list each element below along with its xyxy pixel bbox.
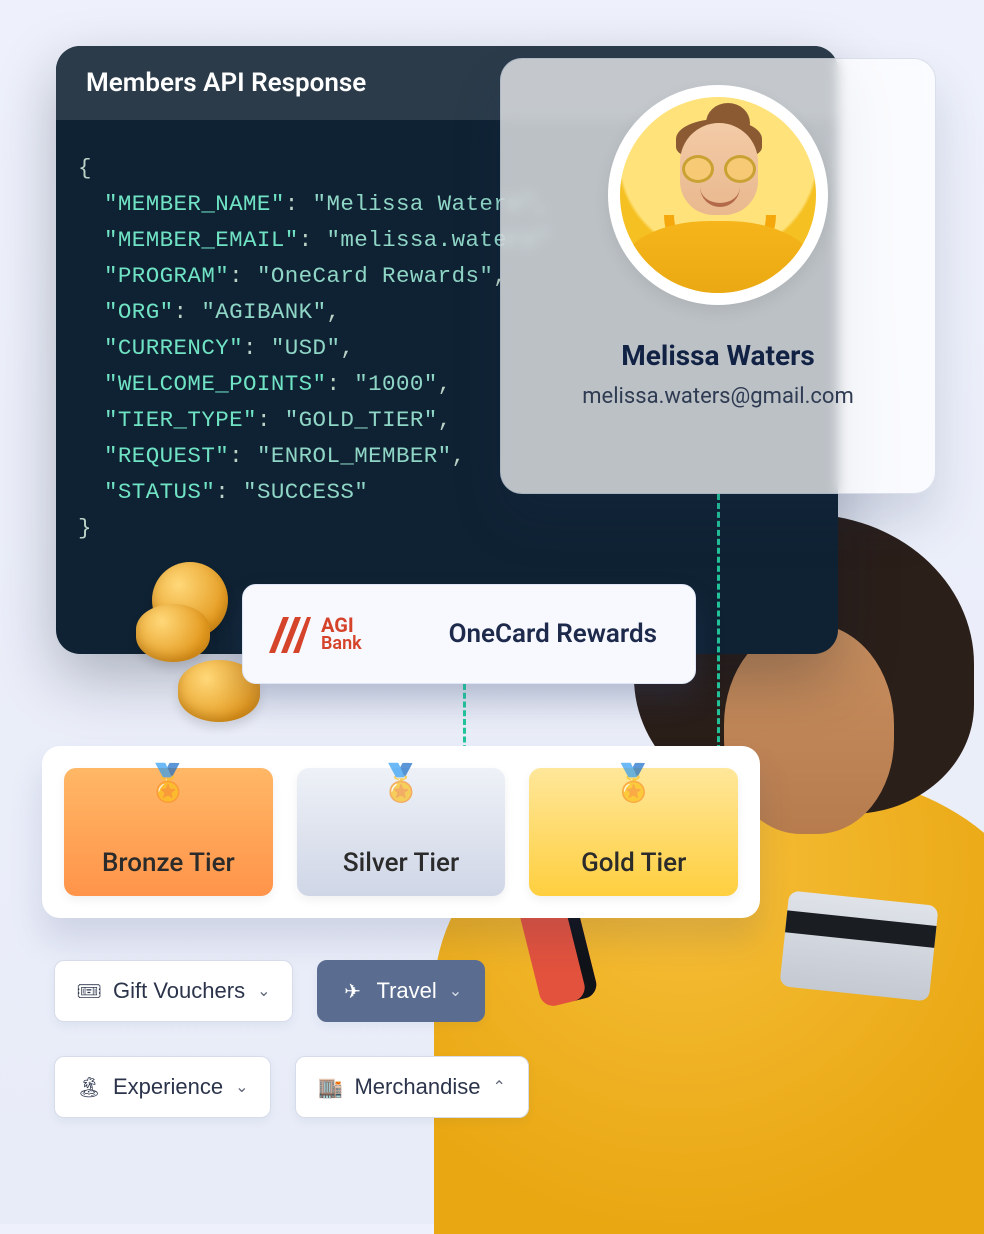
profile-name: Melissa Waters bbox=[621, 339, 814, 372]
api-member-name: Melissa Waters bbox=[326, 191, 521, 217]
api-status: SUCCESS bbox=[257, 479, 354, 505]
chevron-down-icon: ⌄ bbox=[449, 981, 462, 1001]
category-label: Experience bbox=[113, 1074, 223, 1100]
category-experience[interactable]: 🏝 Experience ⌄ bbox=[54, 1056, 271, 1118]
ticket-icon: 🎟 bbox=[77, 979, 101, 1004]
api-welcome-points: 1000 bbox=[368, 371, 424, 397]
tier-label: Gold Tier bbox=[581, 848, 686, 878]
plane-icon: ✈ bbox=[340, 979, 364, 1004]
tier-label: Silver Tier bbox=[343, 848, 459, 878]
category-label: Merchandise bbox=[354, 1074, 480, 1100]
program-card: AGIBank OneCard Rewards bbox=[242, 584, 696, 684]
bank-logo-icon bbox=[267, 613, 311, 655]
program-name: OneCard Rewards bbox=[449, 619, 657, 649]
avatar-frame bbox=[608, 85, 828, 305]
chevron-down-icon: ⌄ bbox=[257, 981, 270, 1001]
chevron-up-icon: ⌃ bbox=[492, 1077, 505, 1097]
bank-logo-text: AGIBank bbox=[321, 615, 362, 654]
chevron-down-icon: ⌄ bbox=[235, 1077, 248, 1097]
category-gift-vouchers[interactable]: 🎟 Gift Vouchers ⌄ bbox=[54, 960, 293, 1022]
api-tier-type: GOLD_TIER bbox=[299, 407, 424, 433]
avatar bbox=[620, 97, 816, 293]
tier-silver[interactable]: 🏅 Silver Tier bbox=[297, 768, 506, 896]
medal-icon: 🏅 bbox=[611, 762, 656, 804]
tier-label: Bronze Tier bbox=[102, 848, 235, 878]
medal-icon: 🏅 bbox=[379, 762, 424, 804]
api-org: AGIBANK bbox=[215, 299, 312, 325]
bank-logo: AGIBank bbox=[267, 613, 362, 655]
category-label: Travel bbox=[376, 978, 436, 1004]
api-currency: USD bbox=[285, 335, 327, 361]
connector-line bbox=[717, 494, 720, 760]
tier-gold[interactable]: 🏅 Gold Tier bbox=[529, 768, 738, 896]
profile-email: melissa.waters@gmail.com bbox=[582, 384, 854, 409]
tier-bronze[interactable]: 🏅 Bronze Tier bbox=[64, 768, 273, 896]
api-request: ENROL_MEMBER bbox=[271, 443, 438, 469]
category-label: Gift Vouchers bbox=[113, 978, 245, 1004]
category-merchandise[interactable]: 🏬 Merchandise ⌃ bbox=[295, 1056, 528, 1118]
tiers-card: 🏅 Bronze Tier 🏅 Silver Tier 🏅 Gold Tier bbox=[42, 746, 760, 918]
category-travel[interactable]: ✈ Travel ⌄ bbox=[317, 960, 485, 1022]
island-icon: 🏝 bbox=[77, 1075, 101, 1100]
store-icon: 🏬 bbox=[318, 1075, 342, 1100]
medal-icon: 🏅 bbox=[146, 762, 191, 804]
member-profile-card: Melissa Waters melissa.waters@gmail.com bbox=[500, 58, 936, 494]
api-program: OneCard Rewards bbox=[271, 263, 480, 289]
coin-icon bbox=[136, 604, 210, 662]
